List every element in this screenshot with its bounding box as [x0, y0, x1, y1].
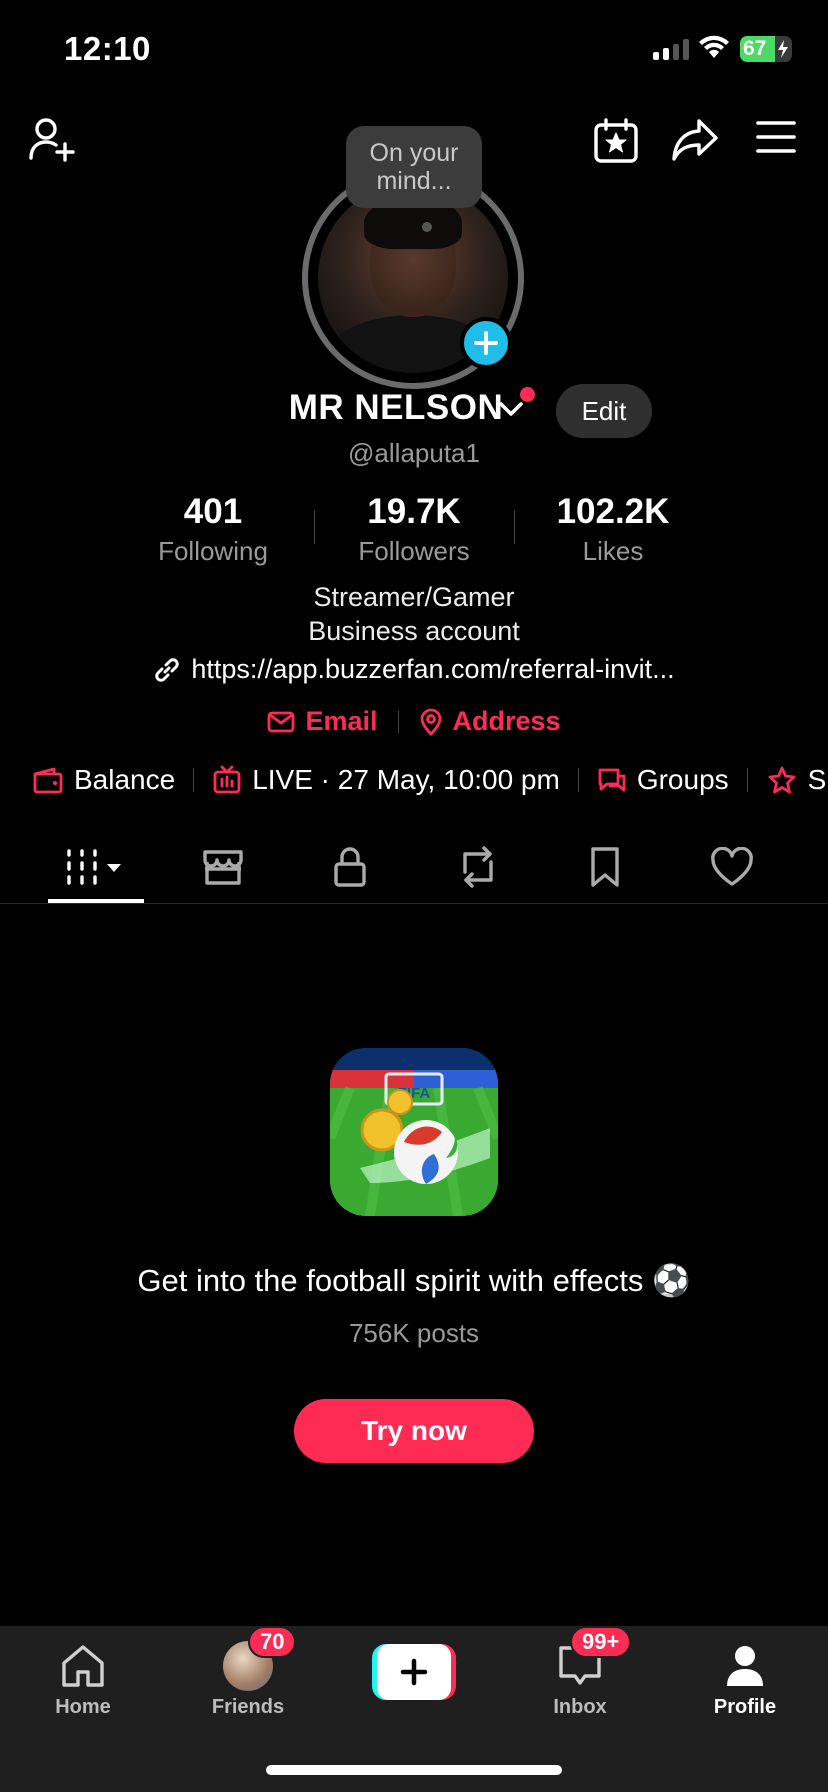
- content-tabs: [0, 830, 828, 904]
- tab-videos[interactable]: [58, 842, 130, 892]
- calendar-star-icon[interactable]: [593, 118, 639, 164]
- inbox-badge: 99+: [570, 1626, 632, 1658]
- stat-followers[interactable]: 19.7K Followers: [314, 492, 514, 567]
- chip-label: LIVE · 27 May, 10:00 pm: [252, 764, 560, 795]
- stat-value: 401: [183, 492, 243, 531]
- active-tab-indicator: [48, 899, 144, 903]
- battery-icon: 67: [740, 36, 792, 62]
- tab-private[interactable]: [318, 842, 382, 892]
- notification-dot: [520, 387, 535, 402]
- nav-home-label: Home: [55, 1696, 111, 1718]
- stat-label: Likes: [582, 536, 644, 566]
- tab-liked[interactable]: [700, 842, 764, 892]
- create-button[interactable]: [372, 1644, 456, 1700]
- stat-label: Following: [158, 536, 268, 566]
- chip-label: Su: [807, 764, 828, 795]
- chip-label: Groups: [636, 764, 729, 795]
- chip-label: Balance: [74, 764, 176, 795]
- shop-icon: [203, 850, 243, 885]
- add-story-button[interactable]: [460, 317, 512, 369]
- bubble-tail-dot: [422, 222, 432, 232]
- address-button[interactable]: Address: [419, 706, 561, 737]
- tab-reposts[interactable]: [446, 842, 510, 892]
- wallet-icon: [33, 767, 63, 794]
- friends-badge: 70: [248, 1626, 297, 1658]
- bio-line-2: Business account: [308, 616, 520, 646]
- tab-favorites[interactable]: [573, 842, 637, 892]
- address-label: Address: [452, 706, 561, 736]
- contact-row: Email Address: [0, 706, 828, 737]
- share-icon[interactable]: [671, 118, 719, 162]
- nav-friends-label: Friends: [211, 1696, 285, 1718]
- mail-icon: [268, 711, 295, 732]
- email-button[interactable]: Email: [267, 706, 378, 737]
- live-chip[interactable]: LIVE · 27 May, 10:00 pm: [212, 764, 560, 796]
- status-time: 12:10: [64, 30, 151, 67]
- nav-profile[interactable]: Profile: [685, 1640, 805, 1719]
- football-effect-icon[interactable]: FIFA: [330, 1048, 498, 1216]
- chip-divider: [193, 768, 195, 792]
- nav-profile-label: Profile: [713, 1696, 777, 1718]
- subscription-chip[interactable]: Su: [766, 764, 828, 796]
- chip-divider: [577, 768, 579, 792]
- subscription-icon: [768, 766, 796, 794]
- link-text: https://app.buzzerfan.com/referral-invit…: [191, 654, 675, 684]
- link-icon: [155, 657, 180, 682]
- home-icon: [62, 1645, 104, 1687]
- wifi-icon: [698, 34, 730, 60]
- profile-handle: @allaputa1: [348, 438, 480, 468]
- battery-percent: 67: [743, 37, 767, 60]
- heart-icon: [711, 847, 753, 886]
- bookmark-icon: [591, 847, 619, 887]
- groups-chip[interactable]: Groups: [597, 764, 729, 796]
- location-pin-icon: [420, 708, 441, 736]
- menu-icon[interactable]: [756, 120, 796, 154]
- chevron-down-icon[interactable]: [498, 400, 524, 418]
- email-label: Email: [305, 706, 378, 736]
- promo-post-count: 756K posts: [348, 1318, 480, 1348]
- repost-icon: [463, 846, 493, 888]
- stat-likes[interactable]: 102.2K Likes: [513, 492, 713, 567]
- stat-value: 19.7K: [367, 492, 461, 531]
- nav-home[interactable]: Home: [23, 1640, 143, 1719]
- add-friend-icon[interactable]: [28, 116, 76, 164]
- plus-icon: [400, 1658, 428, 1686]
- balance-chip[interactable]: Balance: [32, 764, 175, 796]
- contact-divider: [397, 710, 399, 733]
- stat-label: Followers: [358, 536, 470, 566]
- chip-divider: [746, 768, 748, 792]
- stat-value: 102.2K: [556, 492, 670, 531]
- lock-icon: [334, 847, 366, 887]
- live-tv-icon: [213, 765, 241, 794]
- thought-bubble[interactable]: On your mind...: [346, 126, 482, 208]
- signal-icon: [653, 38, 689, 60]
- name-row: MR NELSON: [0, 388, 828, 428]
- bio-line-1: Streamer/Gamer: [313, 582, 515, 612]
- chat-bubbles-icon: [598, 768, 626, 792]
- tab-shop[interactable]: [191, 842, 255, 892]
- thought-bubble-line1: On your: [369, 139, 459, 167]
- stat-following[interactable]: 401 Following: [113, 492, 313, 567]
- profile-icon: [727, 1646, 763, 1686]
- profile-chips-row: Balance LIVE · 27 May, 10:00 pm Groups S…: [32, 764, 828, 796]
- thought-bubble-line2: mind...: [376, 167, 452, 195]
- promo-title: Get into the football spirit with effect…: [137, 1263, 691, 1298]
- try-now-button[interactable]: Try now: [294, 1399, 534, 1463]
- profile-link[interactable]: https://app.buzzerfan.com/referral-invit…: [0, 654, 828, 685]
- home-indicator: [266, 1765, 562, 1775]
- grid-icon: [67, 849, 121, 885]
- nav-inbox-label: Inbox: [553, 1696, 607, 1718]
- edit-profile-button[interactable]: Edit: [556, 384, 652, 438]
